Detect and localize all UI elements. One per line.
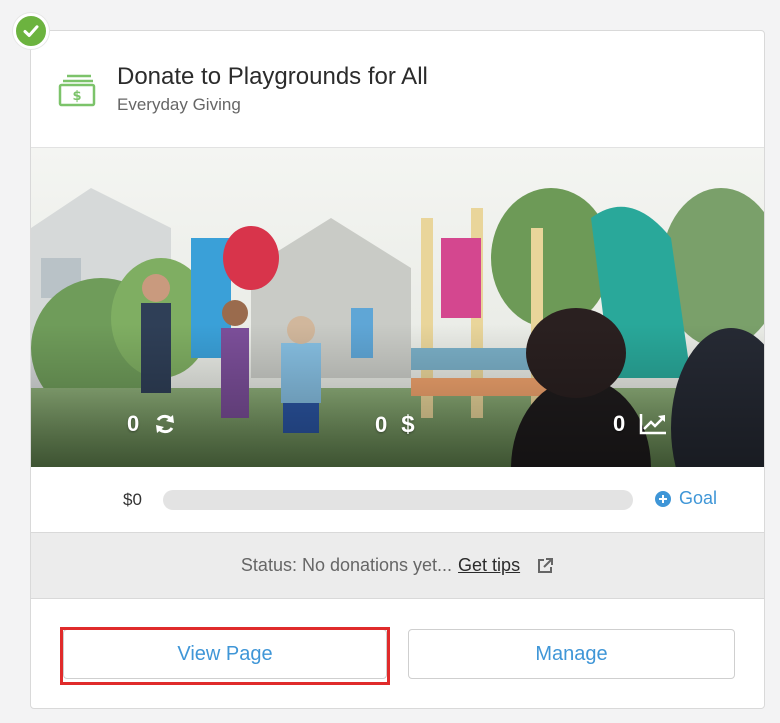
amount-raised: $0 bbox=[123, 490, 142, 509]
campaign-subtitle: Everyday Giving bbox=[117, 95, 241, 114]
trend-count: 0 bbox=[613, 411, 626, 436]
get-tips-link[interactable]: Get tips bbox=[458, 555, 520, 576]
dollar-count: 0 bbox=[375, 412, 388, 437]
recurring-count: 0 bbox=[127, 411, 140, 436]
donations-stat: 0 $ bbox=[375, 411, 415, 439]
svg-text:$: $ bbox=[72, 89, 81, 104]
recurring-stat: 0 bbox=[127, 411, 177, 437]
completed-check-badge bbox=[13, 13, 49, 49]
campaign-title: Donate to Playgrounds for All bbox=[117, 63, 428, 90]
goal-label: Goal bbox=[679, 488, 718, 508]
progress-row: $0 Goal bbox=[31, 467, 764, 532]
chart-trend-icon bbox=[640, 414, 667, 435]
add-goal-button[interactable]: Goal bbox=[655, 488, 717, 509]
money-icon: $ bbox=[58, 74, 96, 107]
refresh-icon bbox=[156, 414, 175, 434]
manage-button[interactable]: Manage bbox=[408, 629, 735, 679]
status-text: Status: No donations yet... bbox=[240, 555, 453, 575]
card-header: $ Donate to Playgrounds for All Everyday… bbox=[31, 31, 764, 147]
trend-stat: 0 bbox=[613, 411, 667, 437]
external-link-icon[interactable] bbox=[536, 557, 554, 575]
progress-bar bbox=[163, 490, 633, 510]
campaign-card: $ Donate to Playgrounds for All Everyday… bbox=[30, 30, 765, 709]
view-page-button[interactable]: View Page bbox=[63, 629, 387, 679]
check-icon bbox=[23, 25, 39, 37]
plus-circle-icon bbox=[655, 490, 671, 507]
dollar-icon: $ bbox=[401, 411, 415, 438]
status-bar: Status: No donations yet... Get tips bbox=[31, 532, 764, 599]
